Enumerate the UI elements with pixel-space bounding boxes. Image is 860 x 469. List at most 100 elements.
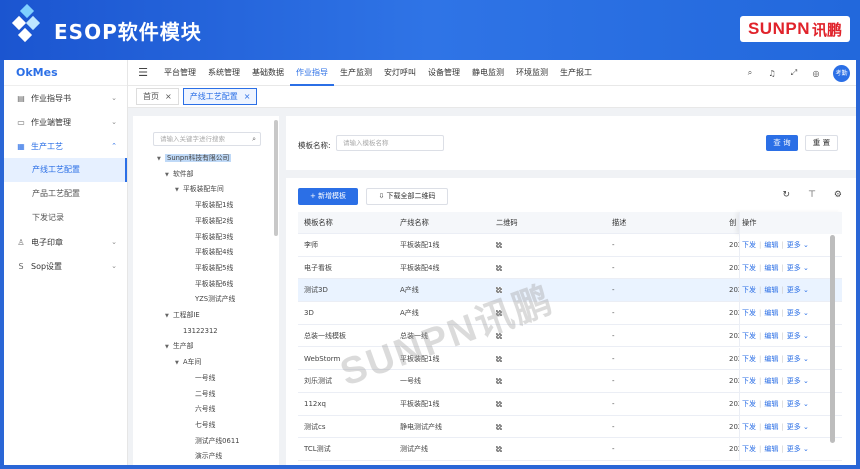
- qrcode-icon[interactable]: [496, 287, 502, 294]
- tree-node[interactable]: 演示产线: [187, 450, 222, 462]
- caret-down-icon[interactable]: ▼: [157, 153, 165, 165]
- close-icon[interactable]: ×: [165, 92, 172, 101]
- tree-node[interactable]: 二号线: [187, 388, 215, 400]
- nav-tab-production-report[interactable]: 生产报工: [554, 60, 598, 86]
- qrcode-icon[interactable]: [496, 446, 502, 453]
- tree-node[interactable]: 平板装配1线: [187, 199, 233, 211]
- table-scrollbar[interactable]: [830, 235, 835, 443]
- column-height-icon[interactable]: ⊤: [808, 190, 816, 200]
- tree-node[interactable]: ▼ A车间: [175, 356, 201, 368]
- tree-node[interactable]: 六号线: [187, 403, 215, 415]
- edit-button[interactable]: 编辑: [764, 286, 778, 294]
- more-dropdown[interactable]: 更多 ⌄: [787, 241, 809, 249]
- refresh-icon[interactable]: ↻: [783, 190, 791, 200]
- issue-button[interactable]: 下发: [742, 377, 756, 385]
- edit-button[interactable]: 编辑: [764, 332, 778, 340]
- sidebar-subitem-line-craft[interactable]: 产线工艺配置: [4, 158, 127, 182]
- table-row[interactable]: 电子看板 平板装配4线 -202 下发 | 编辑 | 更多 ⌄: [298, 256, 842, 280]
- sidebar-item-sop-settings[interactable]: S Sop设置 ⌄: [4, 254, 127, 278]
- qrcode-icon[interactable]: [496, 310, 502, 317]
- download-qr-button[interactable]: ⇩ 下载全部二维码: [366, 188, 448, 205]
- nav-tab-basic-data[interactable]: 基础数据: [246, 60, 290, 86]
- caret-down-icon[interactable]: ▼: [165, 341, 173, 353]
- issue-button[interactable]: 下发: [742, 264, 756, 272]
- tree-node[interactable]: 测试产线0611: [187, 435, 240, 447]
- issue-button[interactable]: 下发: [742, 423, 756, 431]
- table-row[interactable]: 测试3D A产线 -202 下发 | 编辑 | 更多 ⌄: [298, 279, 842, 303]
- edit-button[interactable]: 编辑: [764, 241, 778, 249]
- table-row[interactable]: 测试cs 静电测试产线 -202 下发 | 编辑 | 更多 ⌄: [298, 415, 842, 439]
- edit-button[interactable]: 编辑: [764, 309, 778, 317]
- table-row[interactable]: TCL测试 测试产线 -202 下发 | 编辑 | 更多 ⌄: [298, 438, 842, 461]
- nav-tab-work-guide[interactable]: 作业指导: [290, 60, 334, 86]
- nav-tab-andon[interactable]: 安灯呼叫: [378, 60, 422, 86]
- fullscreen-icon[interactable]: ⤢: [789, 68, 799, 78]
- issue-button[interactable]: 下发: [742, 286, 756, 294]
- bell-icon[interactable]: ♫: [767, 69, 777, 78]
- more-dropdown[interactable]: 更多 ⌄: [787, 332, 809, 340]
- table-row[interactable]: 总装一线模板 总装一线 -202 下发 | 编辑 | 更多 ⌄: [298, 324, 842, 348]
- tree-node[interactable]: 七号线: [187, 419, 215, 431]
- menu-toggle-icon[interactable]: ☰: [128, 66, 158, 79]
- sidebar-subitem-product-craft[interactable]: 产品工艺配置: [4, 182, 127, 206]
- edit-button[interactable]: 编辑: [764, 445, 778, 453]
- edit-button[interactable]: 编辑: [764, 377, 778, 385]
- issue-button[interactable]: 下发: [742, 241, 756, 249]
- tree-node[interactable]: 一号线: [187, 372, 215, 384]
- tree-node[interactable]: 平板装配5线: [187, 262, 233, 274]
- table-row[interactable]: 李师 平板装配1线 -202 下发 | 编辑 | 更多 ⌄: [298, 234, 842, 257]
- tree-node[interactable]: 平板装配6线: [187, 278, 233, 290]
- search-icon[interactable]: ⌕: [252, 133, 256, 145]
- issue-button[interactable]: 下发: [742, 309, 756, 317]
- issue-button[interactable]: 下发: [742, 445, 756, 453]
- more-dropdown[interactable]: 更多 ⌄: [787, 400, 809, 408]
- tag-line-craft[interactable]: 产线工艺配置 ×: [182, 88, 258, 105]
- caret-down-icon[interactable]: ▼: [175, 357, 183, 369]
- qrcode-icon[interactable]: [496, 242, 502, 248]
- more-dropdown[interactable]: 更多 ⌄: [787, 355, 809, 363]
- tree-node[interactable]: ▼ Sunpn科技有限公司: [157, 152, 232, 165]
- nav-tab-env-monitor[interactable]: 环境监测: [510, 60, 554, 86]
- issue-button[interactable]: 下发: [742, 400, 756, 408]
- nav-tab-equipment[interactable]: 设备管理: [422, 60, 466, 86]
- query-button[interactable]: 查 询: [766, 135, 798, 151]
- qrcode-icon[interactable]: [496, 423, 502, 430]
- more-dropdown[interactable]: 更多 ⌄: [787, 309, 809, 317]
- sidebar-item-craft[interactable]: ▦ 生产工艺 ⌃: [4, 134, 127, 158]
- more-dropdown[interactable]: 更多 ⌄: [787, 423, 809, 431]
- more-dropdown[interactable]: 更多 ⌄: [787, 377, 809, 385]
- tree-node[interactable]: ▼ 软件部: [165, 168, 193, 180]
- nav-tab-system[interactable]: 系统管理: [202, 60, 246, 86]
- sidebar-subitem-issue-record[interactable]: 下发记录: [4, 206, 127, 230]
- caret-down-icon[interactable]: ▼: [165, 169, 173, 181]
- issue-button[interactable]: 下发: [742, 332, 756, 340]
- tree-node[interactable]: YZS测试产线: [187, 293, 235, 305]
- sidebar-item-stamp[interactable]: ♙ 电子印章 ⌄: [4, 230, 127, 254]
- nav-tab-esd-monitor[interactable]: 静电监测: [466, 60, 510, 86]
- table-row[interactable]: WebStorm 平板装配1线 -202 下发 | 编辑 | 更多 ⌄: [298, 347, 842, 371]
- more-dropdown[interactable]: 更多 ⌄: [787, 286, 809, 294]
- tree-node[interactable]: 平板装配3线: [187, 231, 233, 243]
- globe-icon[interactable]: ◎: [811, 69, 821, 78]
- nav-tab-production-monitor[interactable]: 生产监测: [334, 60, 378, 86]
- edit-button[interactable]: 编辑: [764, 423, 778, 431]
- tree-node[interactable]: 13122312: [175, 325, 218, 337]
- tree-search-input[interactable]: 请输入关键字进行搜索 ⌕: [153, 132, 261, 146]
- tree-node[interactable]: 平板装配4线: [187, 246, 233, 258]
- sidebar-item-terminal[interactable]: ▭ 作业端管理 ⌄: [4, 110, 127, 134]
- table-row[interactable]: 3D A产线 -202 下发 | 编辑 | 更多 ⌄: [298, 302, 842, 325]
- issue-button[interactable]: 下发: [742, 355, 756, 363]
- caret-down-icon[interactable]: ▼: [175, 184, 183, 196]
- qrcode-icon[interactable]: [496, 264, 502, 271]
- tree-node[interactable]: 平板装配2线: [187, 215, 233, 227]
- nav-tab-platform[interactable]: 平台管理: [158, 60, 202, 86]
- qrcode-icon[interactable]: [496, 378, 502, 385]
- table-row[interactable]: 刘乐测试 一号线 -202 下发 | 编辑 | 更多 ⌄: [298, 370, 842, 393]
- sidebar-item-guide-book[interactable]: ▤ 作业指导书 ⌄: [4, 86, 127, 110]
- caret-down-icon[interactable]: ▼: [165, 310, 173, 322]
- edit-button[interactable]: 编辑: [764, 264, 778, 272]
- tree-scrollbar[interactable]: [274, 120, 278, 236]
- tree-node[interactable]: ▼ 生产部: [165, 340, 193, 352]
- qrcode-icon[interactable]: [496, 400, 502, 407]
- search-icon[interactable]: ⌕: [745, 68, 755, 78]
